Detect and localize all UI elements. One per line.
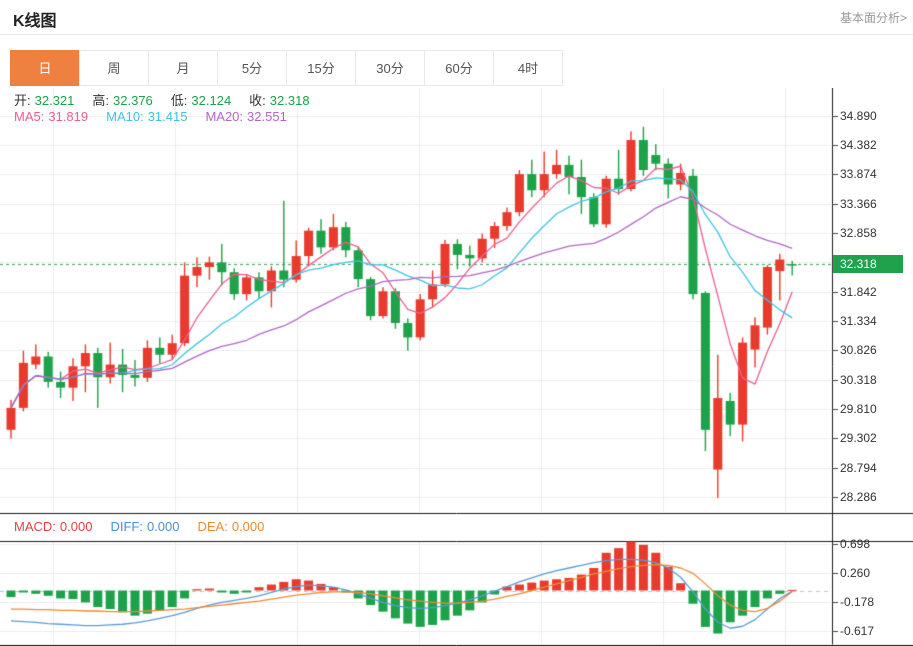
tab-interval-2[interactable]: 月: [148, 50, 218, 86]
price-tick-5: 31.842: [840, 285, 910, 299]
tab-interval-0[interactable]: 日: [10, 50, 80, 86]
legend-macd-item-1: DIFF:0.000: [110, 519, 183, 534]
macd-tick-1: 0.260: [840, 566, 910, 580]
macd-tick-0: 0.698: [840, 537, 910, 551]
tab-interval-6[interactable]: 60分: [424, 50, 494, 86]
fundamental-analysis-link[interactable]: 基本面分析>: [840, 9, 907, 26]
price-tick-11: 28.794: [840, 461, 910, 475]
tab-interval-4[interactable]: 15分: [286, 50, 356, 86]
legend-macd-item-0: MACD:0.000: [14, 519, 96, 534]
price-tick-4: 32.858: [840, 226, 910, 240]
ma-legend: MA5:31.819 MA10:31.415 MA20:32.551: [14, 109, 305, 124]
legend-ma-item-0: MA5:31.819: [14, 109, 92, 124]
legend-ma-item-1: MA10:31.415: [106, 109, 191, 124]
page-title: K线图: [13, 7, 57, 31]
tab-interval-7[interactable]: 4时: [493, 50, 563, 86]
chart-area: 开:32.321 高:32.376 低:32.124 收:32.318 MA5:31.…: [0, 88, 913, 646]
price-tick-1: 34.382: [840, 138, 910, 152]
ohlc-legend: 开:32.321 高:32.376 低:32.124 收:32.318: [14, 90, 328, 109]
tab-interval-5[interactable]: 30分: [355, 50, 425, 86]
legend-ohlc-item-0: 开:32.321: [14, 93, 78, 108]
price-tick-12: 28.286: [840, 490, 910, 504]
kline-app: K线图 基本面分析> 日周月5分15分30分60分4时 开:32.321 高:32…: [0, 0, 913, 646]
legend-macd-item-2: DEA:0.000: [197, 519, 268, 534]
kline-chart-canvas[interactable]: [0, 88, 913, 646]
price-tick-10: 29.302: [840, 431, 910, 445]
price-tick-0: 34.890: [840, 109, 910, 123]
legend-ohlc-item-3: 收:32.318: [249, 93, 313, 108]
price-tick-7: 30.826: [840, 343, 910, 357]
price-tick-9: 29.810: [840, 402, 910, 416]
price-tick-6: 31.334: [840, 314, 910, 328]
macd-tick-2: -0.178: [840, 595, 910, 609]
macd-tick-3: -0.617: [840, 624, 910, 638]
tab-interval-3[interactable]: 5分: [217, 50, 287, 86]
price-tick-3: 33.366: [840, 197, 910, 211]
price-tick-8: 30.318: [840, 373, 910, 387]
price-tick-2: 33.874: [840, 167, 910, 181]
tab-interval-1[interactable]: 周: [79, 50, 149, 86]
current-price-tag: 32.318: [833, 255, 903, 273]
legend-ohlc-item-1: 高:32.376: [92, 93, 156, 108]
macd-legend: MACD:0.000 DIFF:0.000 DEA:0.000: [14, 519, 282, 534]
interval-tabs: 日周月5分15分30分60分4时: [10, 50, 563, 86]
legend-ohlc-item-2: 低:32.124: [171, 93, 235, 108]
legend-ma-item-2: MA20:32.551: [205, 109, 290, 124]
page-header: K线图 基本面分析>: [0, 0, 913, 35]
